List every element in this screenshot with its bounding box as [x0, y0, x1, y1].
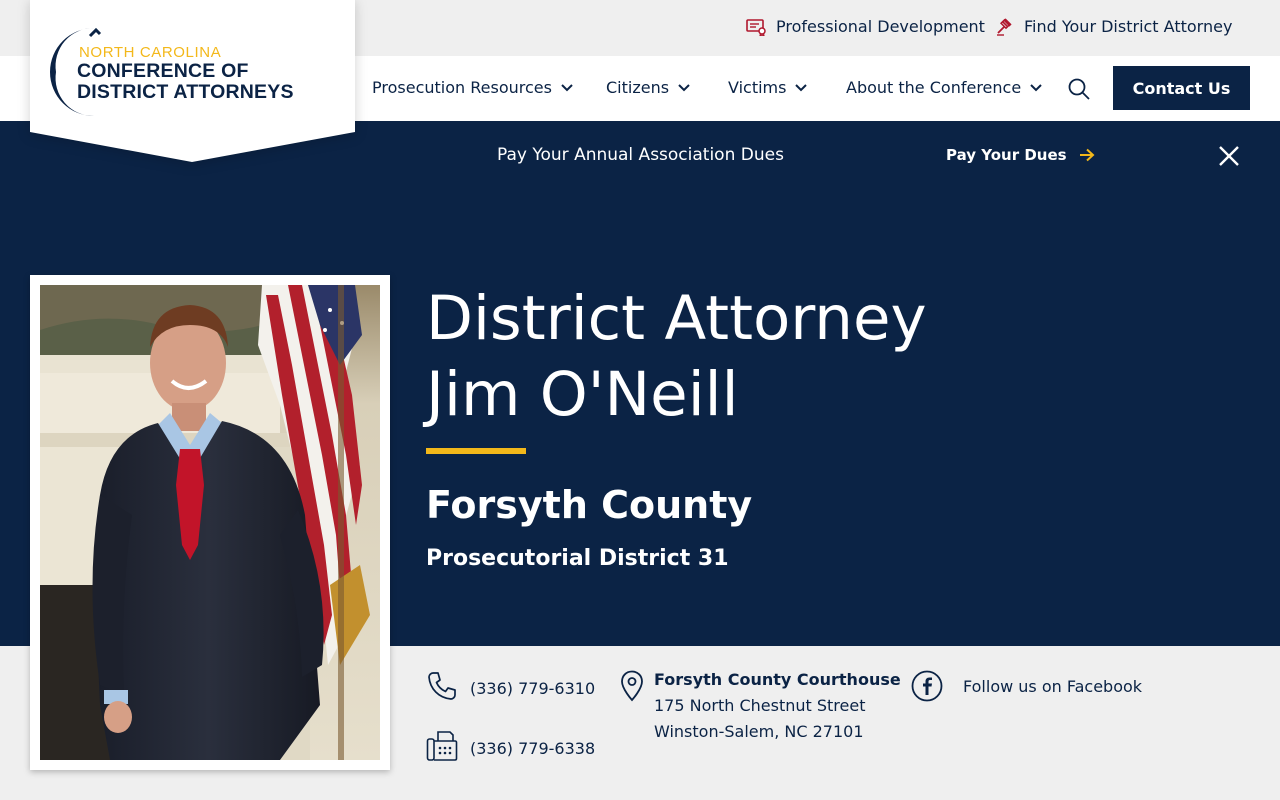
map-pin-icon [621, 670, 643, 702]
site-logo[interactable]: NORTH CAROLINA CONFERENCE OF DISTRICT AT… [30, 0, 355, 162]
nav-prosecution-resources[interactable]: Prosecution Resources [372, 78, 574, 97]
nav-label: Citizens [606, 78, 670, 97]
facebook-link[interactable]: Follow us on Facebook [911, 670, 1142, 702]
professional-development-link[interactable]: Professional Development [746, 17, 985, 36]
certificate-icon [746, 18, 766, 36]
nav-about-the-conference[interactable]: About the Conference [846, 78, 1043, 97]
chevron-down-icon [678, 83, 690, 91]
phone-link[interactable]: (336) 779-6310 [426, 670, 595, 702]
fax-number: (336) 779-6338 [470, 738, 596, 758]
contact-us-button[interactable]: Contact Us [1113, 66, 1250, 110]
find-district-attorney-label: Find Your District Attorney [1024, 17, 1233, 36]
pay-dues-link[interactable]: Pay Your Dues [946, 146, 1095, 164]
fax-icon [426, 731, 458, 761]
address-line2: Winston-Salem, NC 27101 [654, 722, 864, 741]
find-district-attorney-link[interactable]: Find Your District Attorney [996, 17, 1232, 36]
phone-icon [428, 672, 456, 700]
close-icon [1219, 146, 1239, 166]
address-text: Forsyth County Courthouse 175 North Ches… [654, 670, 901, 741]
search-icon [1068, 78, 1090, 100]
announcement-text: Pay Your Annual Association Dues [497, 145, 784, 165]
gavel-icon [997, 17, 1012, 36]
search-button[interactable] [1066, 76, 1092, 102]
address-title: Forsyth County Courthouse [654, 670, 901, 689]
nav-citizens[interactable]: Citizens [606, 78, 691, 97]
nav-label: Prosecution Resources [372, 78, 552, 97]
pay-dues-label: Pay Your Dues [946, 146, 1067, 164]
chevron-down-icon [561, 83, 573, 91]
logo-line-north-carolina: NORTH CAROLINA [79, 44, 222, 61]
professional-development-label: Professional Development [776, 17, 985, 36]
phone-number: (336) 779-6310 [470, 678, 596, 698]
page-title: District Attorney Jim O'Neill [426, 281, 927, 433]
facebook-icon [911, 670, 943, 702]
page-title-line2: Jim O'Neill [426, 359, 739, 430]
logo-line-district-attorneys: DISTRICT ATTORNEYS [77, 81, 294, 103]
facebook-label: Follow us on Facebook [963, 676, 1143, 696]
arrow-right-icon [1079, 148, 1095, 162]
address-line1: 175 North Chestnut Street [654, 696, 866, 715]
chevron-down-icon [1030, 83, 1042, 91]
portrait-frame [30, 275, 390, 770]
portrait-photo [40, 285, 380, 760]
chevron-down-icon [795, 83, 808, 91]
fax-item: (336) 779-6338 [426, 730, 595, 762]
nav-label: About the Conference [846, 78, 1022, 97]
logo-line-conference: CONFERENCE OF [77, 60, 249, 82]
nav-victims[interactable]: Victims [728, 78, 808, 97]
title-divider [426, 448, 526, 454]
nav-label: Victims [728, 78, 787, 97]
close-announcement-button[interactable] [1217, 144, 1241, 168]
district-subheading: Prosecutorial District 31 [426, 546, 729, 571]
address-block: Forsyth County Courthouse 175 North Ches… [620, 670, 901, 741]
page-title-line1: District Attorney [426, 283, 927, 354]
county-heading: Forsyth County [426, 483, 753, 527]
